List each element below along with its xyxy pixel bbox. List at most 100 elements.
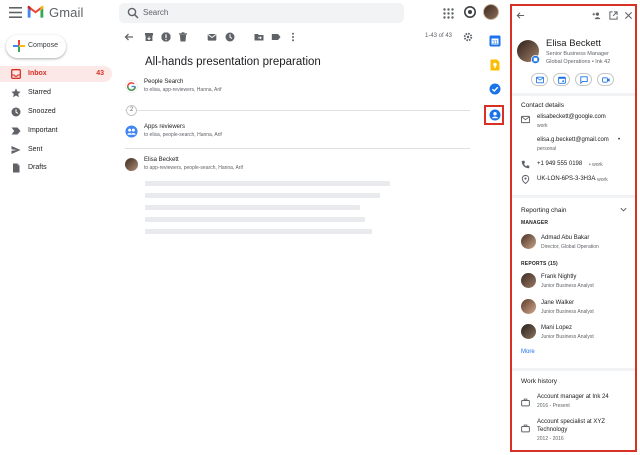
history-dates: 2016 - Present <box>537 403 570 409</box>
work-email-type: work <box>537 123 548 129</box>
delete-icon[interactable] <box>178 32 188 42</box>
report-title: Junior Business Analyst <box>541 309 594 315</box>
mark-unread-icon[interactable] <box>207 32 217 42</box>
calendar-icon[interactable]: 31 <box>489 35 501 47</box>
inbox-icon <box>11 69 21 79</box>
personal-email-type: personal <box>537 146 557 152</box>
main-menu-icon[interactable] <box>9 7 22 18</box>
report-name[interactable]: Frank Nightly <box>541 274 576 280</box>
move-to-icon[interactable] <box>254 32 264 42</box>
company-badge-icon <box>531 55 540 64</box>
snooze-icon[interactable] <box>225 32 235 42</box>
office-location-type: • work <box>594 177 608 183</box>
sender-name: Elisa Beckett <box>144 157 179 163</box>
section-divider <box>512 368 635 371</box>
nav-item-inbox[interactable]: Inbox 43 <box>0 66 112 82</box>
nav-label-sent: Sent <box>28 146 43 153</box>
archive-icon[interactable] <box>144 32 154 42</box>
recipients: to app-reviewers, people-search, Hanna, … <box>144 165 243 171</box>
sender-name: Apps reviewers <box>144 124 186 130</box>
compose-button[interactable]: Compose <box>6 35 66 58</box>
section-divider <box>512 93 635 96</box>
phone-icon <box>521 160 530 169</box>
google-g-avatar-icon <box>125 80 138 93</box>
draft-icon <box>13 163 20 173</box>
manager-avatar <box>521 234 536 249</box>
collapsed-messages-count[interactable]: 2 <box>126 105 137 116</box>
group-avatar-icon <box>125 125 138 138</box>
video-call-button[interactable] <box>597 73 614 86</box>
work-email[interactable]: elisabeckett@google.com <box>537 114 606 120</box>
report-name[interactable]: Mani Lopez <box>541 325 572 331</box>
work-history-heading: Work history <box>521 378 557 385</box>
chat-icon <box>580 76 588 84</box>
search-icon[interactable] <box>127 7 139 19</box>
work-phone[interactable]: +1 949 555 0198 <box>537 161 582 167</box>
search-placeholder: Search <box>143 8 169 17</box>
contact-details-heading: Contact details <box>521 102 564 109</box>
briefcase-icon <box>521 424 530 433</box>
back-arrow-icon[interactable] <box>516 11 525 20</box>
message-body-placeholder <box>145 229 372 234</box>
report-name[interactable]: Jane Walker <box>541 300 574 306</box>
manager-name[interactable]: Admad Abu Bakar <box>541 235 589 241</box>
inbox-unread-count: 43 <box>96 70 104 77</box>
office-location[interactable]: UK-LON-6PS-3-3H3A <box>537 176 595 182</box>
nav-item-snoozed[interactable]: Snoozed <box>0 104 112 120</box>
message-row[interactable]: People Search to elisa, app-reviewers, H… <box>125 79 465 97</box>
gmail-logo-icon[interactable] <box>27 5 44 19</box>
video-camera-icon <box>602 77 610 83</box>
star-icon <box>11 88 21 98</box>
add-contact-icon[interactable] <box>592 11 601 20</box>
message-body-placeholder <box>145 205 360 210</box>
collapsed-divider <box>125 110 470 111</box>
email-type-separator: • <box>618 137 621 143</box>
nav-label-inbox: Inbox <box>28 70 47 77</box>
email-icon <box>521 115 530 124</box>
history-role: Account specialist at XYZ <box>537 419 606 425</box>
chevron-down-icon[interactable] <box>619 205 628 214</box>
schedule-event-button[interactable] <box>553 73 570 86</box>
thread-subject: All-hands presentation preparation <box>145 56 321 68</box>
google-account-icon[interactable] <box>464 6 476 18</box>
settings-gear-icon[interactable] <box>463 32 473 42</box>
plus-icon <box>13 40 25 52</box>
more-vert-icon[interactable] <box>288 32 298 42</box>
report-icon[interactable] <box>161 32 171 42</box>
report-avatar <box>521 273 536 288</box>
user-avatar[interactable] <box>483 4 499 20</box>
message-row[interactable]: Elisa Beckett to app-reviewers, people-s… <box>125 157 465 175</box>
tasks-icon[interactable] <box>489 83 501 95</box>
section-divider <box>512 195 635 198</box>
nav-item-important[interactable]: Important <box>0 123 112 139</box>
contact-sidepanel: Elisa Beckett Senior Business Manager Gl… <box>510 4 637 452</box>
open-in-new-icon[interactable] <box>609 11 618 20</box>
search-bar[interactable]: Search <box>119 3 404 23</box>
report-avatar <box>521 324 536 339</box>
apps-grid-icon[interactable] <box>443 8 454 19</box>
nav-label-starred: Starred <box>28 89 51 96</box>
close-icon[interactable] <box>624 11 633 20</box>
nav-item-sent[interactable]: Sent <box>0 142 112 158</box>
keep-icon[interactable] <box>489 59 501 71</box>
reports-label: REPORTS (15) <box>521 261 558 267</box>
message-body-placeholder <box>145 217 365 222</box>
report-avatar <box>521 299 536 314</box>
calendar-event-icon <box>558 76 566 84</box>
sender-avatar <box>125 158 138 171</box>
message-row[interactable]: Apps reviewers to elisa, people-search, … <box>125 124 465 142</box>
more-reports-link[interactable]: More <box>521 349 535 355</box>
start-chat-button[interactable] <box>575 73 592 86</box>
recipients: to elisa, people-search, Hanna, Arif <box>144 132 222 138</box>
nav-label-drafts: Drafts <box>28 164 47 171</box>
back-arrow-icon[interactable] <box>124 32 134 42</box>
nav-item-drafts[interactable]: Drafts <box>0 160 112 176</box>
contact-job-title: Senior Business Manager <box>546 51 609 57</box>
label-icon[interactable] <box>271 32 281 42</box>
nav-item-starred[interactable]: Starred <box>0 85 112 101</box>
send-email-button[interactable] <box>531 73 548 86</box>
compose-label: Compose <box>28 42 58 49</box>
report-title: Junior Business Analyst <box>541 334 594 340</box>
personal-email[interactable]: elisa.g.beckett@gmail.com <box>537 137 609 143</box>
svg-text:31: 31 <box>492 40 498 46</box>
